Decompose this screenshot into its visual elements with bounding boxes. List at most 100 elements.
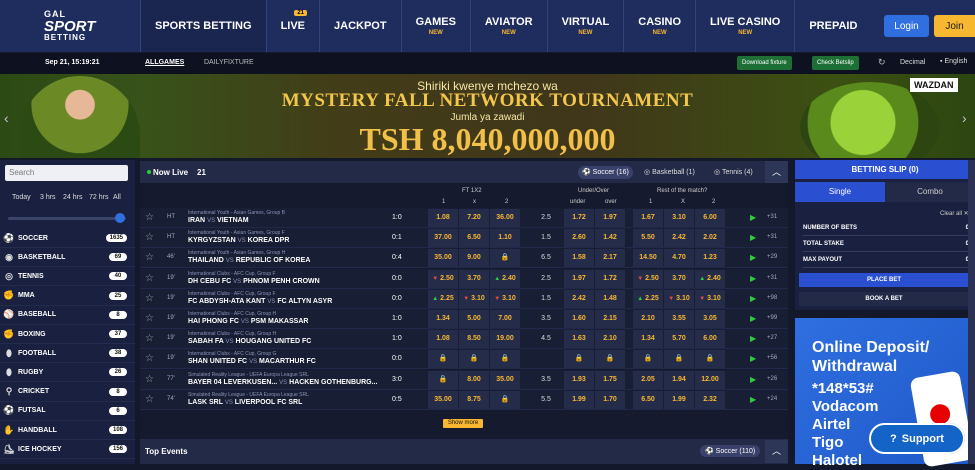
odds-button[interactable]: 1.97 bbox=[595, 209, 625, 227]
match-teams[interactable]: IRAN VS VIETNAM bbox=[188, 217, 249, 224]
odds-button[interactable]: ▼ 2.50 bbox=[633, 269, 663, 288]
timeframe-3hrs[interactable]: 3 hrs bbox=[40, 194, 56, 201]
odds-button[interactable]: 1.08 bbox=[428, 330, 458, 349]
odds-button[interactable]: 1.08 bbox=[428, 209, 458, 227]
match-teams[interactable]: KYRGYZSTAN VS KOREA DPR bbox=[188, 237, 289, 244]
more-markets[interactable]: +56 bbox=[767, 355, 777, 361]
clear-all-button[interactable]: Clear all ✕ bbox=[940, 210, 969, 217]
odds-button[interactable]: 35.00 bbox=[428, 390, 458, 409]
match-teams[interactable]: FC ABDYSH-ATA KANT VS FC ALTYN ASYR bbox=[188, 298, 332, 305]
favorite-star-icon[interactable]: ☆ bbox=[145, 212, 154, 223]
banner-prev-icon[interactable]: ‹ bbox=[4, 110, 9, 126]
odds-button[interactable]: 6.50 bbox=[459, 229, 489, 248]
odds-button[interactable]: 3.10 bbox=[664, 209, 694, 227]
more-markets[interactable]: +27 bbox=[767, 335, 777, 341]
sport-item-cricket[interactable]: ⚲ CRICKET 8 bbox=[0, 383, 135, 402]
play-icon[interactable]: ▶ bbox=[750, 375, 756, 384]
nav-prepaid[interactable]: PREPAID bbox=[794, 0, 871, 52]
odds-button[interactable]: 36.00 bbox=[490, 209, 520, 227]
odds-button[interactable]: 🔒 bbox=[428, 350, 458, 369]
sport-item-basketball[interactable]: ◉ BASKETBALL 69 bbox=[0, 248, 135, 268]
odds-button[interactable]: 6.00 bbox=[695, 209, 725, 227]
banner-next-icon[interactable]: › bbox=[962, 110, 967, 126]
odds-button[interactable]: 1.70 bbox=[595, 390, 625, 409]
page-scrollbar[interactable] bbox=[968, 160, 975, 464]
nav-games[interactable]: GAMES NEW bbox=[400, 0, 470, 52]
match-row[interactable]: ☆ 19' International Clubs - AFC Cup, Group… bbox=[140, 268, 788, 289]
odds-button[interactable]: 12.00 bbox=[695, 370, 725, 389]
play-icon[interactable]: ▶ bbox=[750, 274, 756, 283]
nav-live-casino[interactable]: LIVE CASINO NEW bbox=[695, 0, 794, 52]
odds-button[interactable]: 1.60 bbox=[564, 310, 594, 328]
odds-button[interactable]: 8.00 bbox=[459, 370, 489, 389]
odds-button[interactable]: ▲ 2.40 bbox=[695, 269, 725, 288]
more-markets[interactable]: +29 bbox=[767, 254, 777, 260]
odds-button[interactable]: 🔒 bbox=[664, 350, 694, 369]
match-teams[interactable]: LASK SRL VS LIVERPOOL FC SRL bbox=[188, 399, 302, 406]
timeframe-24hrs[interactable]: 24 hrs bbox=[63, 194, 82, 201]
favorite-star-icon[interactable]: ☆ bbox=[145, 333, 154, 344]
odds-button[interactable]: 35.00 bbox=[490, 370, 520, 389]
odds-button[interactable]: 🔒 bbox=[695, 350, 725, 369]
more-markets[interactable]: +31 bbox=[767, 234, 777, 240]
more-markets[interactable]: +98 bbox=[767, 295, 777, 301]
odds-button[interactable]: 🔒 bbox=[595, 350, 625, 369]
odds-button[interactable]: 5.70 bbox=[664, 330, 694, 349]
sport-item-handball[interactable]: ✋ HANDBALL 108 bbox=[0, 421, 135, 440]
odds-button[interactable]: 2.32 bbox=[695, 390, 725, 409]
odds-button[interactable]: 1.10 bbox=[490, 229, 520, 248]
language-select[interactable]: ▪ English bbox=[940, 58, 967, 65]
odds-button[interactable]: 3.70 bbox=[664, 269, 694, 288]
odds-button[interactable]: ▼ 3.10 bbox=[459, 289, 489, 308]
odds-button[interactable]: 1.58 bbox=[564, 249, 594, 268]
match-row[interactable]: ☆ 46' International Youth - Asian Games, G… bbox=[140, 248, 788, 269]
odds-button[interactable]: 1.99 bbox=[664, 390, 694, 409]
match-teams[interactable]: DH CEBU FC VS PHNOM PENH CROWN bbox=[188, 278, 320, 285]
match-teams[interactable]: SABAH FA VS HOUGANG UNITED FC bbox=[188, 338, 311, 345]
odds-button[interactable]: 8.75 bbox=[459, 390, 489, 409]
odds-button[interactable]: 3.55 bbox=[664, 310, 694, 328]
sport-item-futsal[interactable]: ⚽ FUTSAL 6 bbox=[0, 402, 135, 421]
sport-item-baseball[interactable]: ⚾ BASEBALL 8 bbox=[0, 306, 135, 325]
timeframe-today[interactable]: Today bbox=[12, 194, 31, 201]
favorite-star-icon[interactable]: ☆ bbox=[145, 273, 154, 284]
play-icon[interactable]: ▶ bbox=[750, 354, 756, 363]
sport-item-soccer[interactable]: ⚽ SOCCER 1635 bbox=[0, 229, 135, 248]
odds-button[interactable]: 3.70 bbox=[459, 269, 489, 288]
tab-dailyfixture[interactable]: DAILYFIXTURE bbox=[204, 59, 254, 66]
sport-item-mma[interactable]: ✊ MMA 25 bbox=[0, 287, 135, 306]
favorite-star-icon[interactable]: ☆ bbox=[145, 232, 154, 243]
odds-button[interactable]: 9.00 bbox=[459, 249, 489, 268]
match-row[interactable]: ☆ HT International Youth - Asian Games, Gr… bbox=[140, 228, 788, 249]
timeframe-all[interactable]: All bbox=[113, 194, 121, 201]
check-betslip-button[interactable]: Check Betslip bbox=[812, 56, 859, 70]
match-row[interactable]: ☆ 19' International Clubs - AFC Cup, Group… bbox=[140, 329, 788, 350]
nav-sports-betting[interactable]: SPORTS BETTING bbox=[140, 0, 266, 52]
odds-button[interactable]: 3.05 bbox=[695, 310, 725, 328]
nav-live[interactable]: LIVE 21 bbox=[265, 0, 319, 52]
odds-button[interactable]: 1.67 bbox=[633, 209, 663, 227]
more-markets[interactable]: +31 bbox=[767, 214, 777, 220]
refresh-icon[interactable]: ↻ bbox=[878, 57, 886, 68]
odds-button[interactable]: 🔒 bbox=[490, 350, 520, 369]
odds-button[interactable]: 2.05 bbox=[633, 370, 663, 389]
match-row[interactable]: ☆ 77' Simulated Reality League - UEFA Euro… bbox=[140, 369, 788, 390]
match-row[interactable]: ☆ 19' International Clubs - AFC Cup, Group… bbox=[140, 309, 788, 329]
more-markets[interactable]: +99 bbox=[767, 315, 777, 321]
odds-button[interactable]: 14.50 bbox=[633, 249, 663, 268]
timeframe-72hrs[interactable]: 72 hrs bbox=[89, 194, 108, 201]
odds-button[interactable]: 1.42 bbox=[595, 229, 625, 248]
play-icon[interactable]: ▶ bbox=[750, 294, 756, 303]
odds-button[interactable]: 2.60 bbox=[564, 229, 594, 248]
tab-single[interactable]: Single bbox=[795, 182, 885, 202]
odds-button[interactable]: 6.50 bbox=[633, 390, 663, 409]
collapse-icon[interactable]: ︿ bbox=[765, 161, 788, 183]
tab-tennis[interactable]: ◎ Tennis (4) bbox=[710, 166, 757, 179]
odds-button[interactable]: 🔒 bbox=[633, 350, 663, 369]
odds-button[interactable]: 8.50 bbox=[459, 330, 489, 349]
odds-button[interactable]: 1.94 bbox=[664, 370, 694, 389]
sport-item-boxing[interactable]: ✊ BOXING 37 bbox=[0, 325, 135, 344]
odds-button[interactable]: 1.99 bbox=[564, 390, 594, 409]
odds-button[interactable]: 35.00 bbox=[428, 249, 458, 268]
match-teams[interactable]: BAYER 04 LEVERKUSEN... VS HACKEN GOTHENB… bbox=[188, 379, 377, 386]
